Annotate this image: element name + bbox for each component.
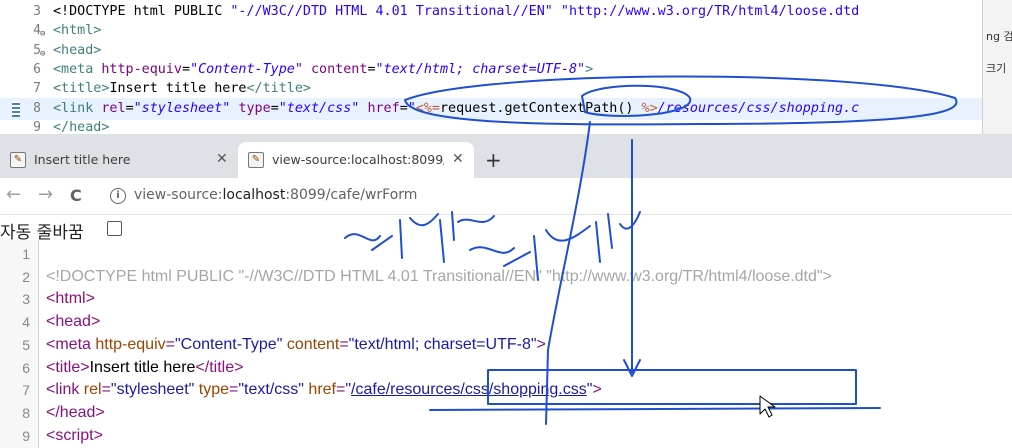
source-line: 2 <!DOCTYPE html PUBLIC "-//W3C//DTD HTML… bbox=[0, 266, 1012, 289]
url-prefix: view-source: bbox=[134, 187, 223, 203]
source-text: </head> bbox=[46, 403, 105, 421]
source-text: <title>Insert title here</title> bbox=[46, 358, 244, 376]
tab-title: view-source:localhost:8099/cafe/ bbox=[272, 152, 444, 167]
line-number: 8 bbox=[22, 404, 30, 421]
tab-view-source[interactable]: ✎ view-source:localhost:8099/cafe/ ✕ bbox=[238, 142, 474, 178]
site-info-icon[interactable]: i bbox=[110, 188, 126, 204]
source-line: 3 <html> bbox=[0, 288, 1012, 311]
line-number: 5 bbox=[22, 336, 30, 353]
source-line: 6 <title>Insert title here</title> bbox=[0, 357, 1012, 380]
line-wrap-checkbox[interactable] bbox=[107, 221, 122, 236]
reload-button[interactable]: C bbox=[70, 186, 82, 205]
line-number: 1 bbox=[22, 246, 30, 262]
source-text: <!DOCTYPE html PUBLIC "-//W3C//DTD HTML … bbox=[46, 267, 832, 285]
line-number: 4 bbox=[22, 314, 30, 331]
browser-window: ✎ Insert title here ✕ ✎ view-source:loca… bbox=[0, 134, 1012, 448]
line-number: 9 bbox=[22, 427, 30, 444]
url-path: :8099/cafe/wrForm bbox=[285, 187, 418, 203]
source-line: 7 <link rel="stylesheet" type="text/css" … bbox=[0, 379, 1012, 402]
side-panel: ng 검 크기 bbox=[982, 0, 1012, 134]
source-line: 8 </head> bbox=[0, 402, 1012, 425]
eclipse-editor[interactable]: 3 <!DOCTYPE html PUBLIC "-//W3C//DTD HTML… bbox=[0, 0, 982, 134]
source-text: <head> bbox=[46, 313, 101, 331]
source-text: <meta http-equiv="Content-Type" content=… bbox=[46, 335, 546, 353]
back-button[interactable]: ← bbox=[6, 184, 21, 205]
source-text: <link rel="stylesheet" type="text/css" h… bbox=[46, 381, 602, 399]
line-number: 6 bbox=[22, 359, 30, 376]
browser-toolbar: ← → C i view-source:localhost:8099/cafe/… bbox=[0, 178, 1012, 215]
forward-button[interactable]: → bbox=[38, 184, 53, 205]
close-tab-icon[interactable]: ✕ bbox=[452, 151, 464, 167]
tab-insert-title[interactable]: ✎ Insert title here ✕ bbox=[0, 142, 238, 178]
code-text: </head> bbox=[53, 119, 110, 134]
address-bar[interactable]: view-source:localhost:8099/cafe/wrForm bbox=[134, 187, 417, 203]
side-panel-text: ng 검 bbox=[986, 30, 1012, 43]
line-number: 2 bbox=[22, 268, 30, 285]
page-favicon-icon: ✎ bbox=[248, 152, 264, 168]
tab-strip: ✎ Insert title here ✕ ✎ view-source:loca… bbox=[0, 134, 1012, 178]
source-line: 1 bbox=[0, 243, 1012, 266]
source-text: <html> bbox=[46, 290, 95, 308]
line-number: 3 bbox=[22, 291, 30, 308]
editor-line: 9 </head> bbox=[0, 117, 982, 134]
stylesheet-link[interactable]: /cafe/resources/css/shopping.css bbox=[351, 381, 587, 398]
line-number: 7 bbox=[22, 382, 30, 399]
close-tab-icon[interactable]: ✕ bbox=[216, 151, 228, 167]
source-line: 9 <script> bbox=[0, 425, 1012, 448]
url-host: localhost bbox=[222, 187, 286, 203]
page-favicon-icon: ✎ bbox=[10, 152, 26, 168]
new-tab-button[interactable]: + bbox=[485, 148, 502, 172]
source-text: <script> bbox=[46, 426, 103, 444]
source-line: 5 <meta http-equiv="Content-Type" content… bbox=[0, 334, 1012, 357]
source-line: 4 <head> bbox=[0, 311, 1012, 334]
line-number: 9 bbox=[33, 119, 41, 134]
tab-title: Insert title here bbox=[34, 152, 131, 167]
side-panel-text: 크기 bbox=[986, 62, 1007, 75]
view-source-area[interactable]: 1 2 <!DOCTYPE html PUBLIC "-//W3C//DTD HTM… bbox=[0, 240, 1012, 448]
